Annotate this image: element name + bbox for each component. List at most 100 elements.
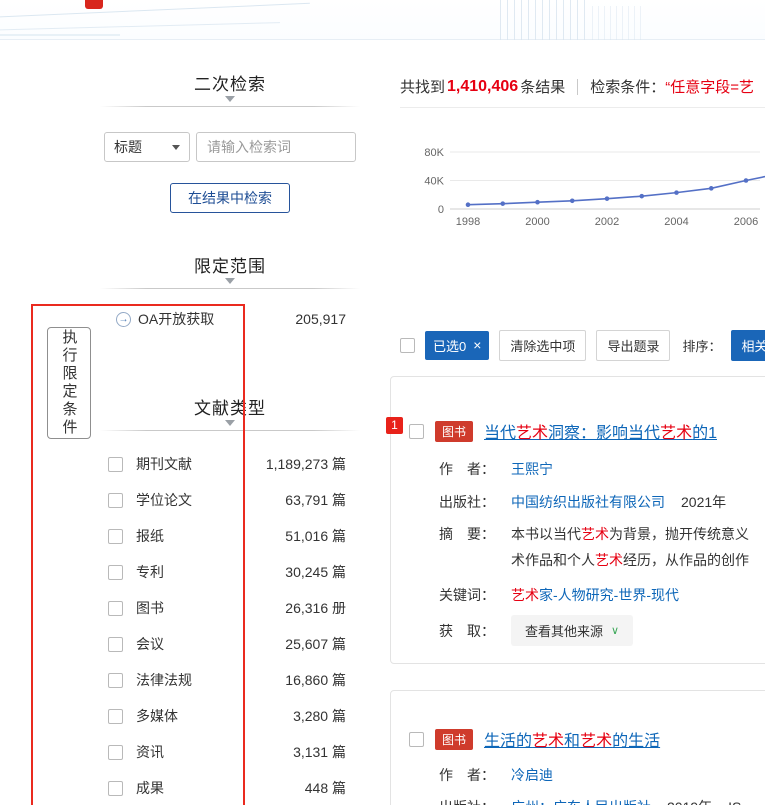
result-title-link[interactable]: 生活的艺术和艺术的生活	[484, 727, 660, 751]
sort-relevance-badge[interactable]: 相关度	[731, 330, 765, 361]
doc-type-row: 法律法规 16,860 篇	[100, 662, 360, 698]
doc-type-checkbox[interactable]	[108, 745, 123, 760]
results-summary-bar: 共找到 1,410,406 条结果 检索条件： “任意字段=艺	[400, 66, 765, 108]
export-citations-button[interactable]: 导出题录	[596, 330, 670, 361]
view-other-sources-label: 查看其他来源	[525, 621, 603, 640]
search-in-results-button[interactable]: 在结果中检索	[170, 183, 290, 213]
doc-type-label[interactable]: 专利	[136, 562, 164, 582]
chevron-down-icon	[172, 145, 180, 150]
doc-type-checkbox[interactable]	[108, 601, 123, 616]
doc-type-count: 25,607 篇	[285, 634, 346, 654]
secondary-search-caret-icon[interactable]	[225, 96, 235, 102]
doc-type-label[interactable]: 资讯	[136, 742, 164, 762]
doc-type-label[interactable]: 会议	[136, 634, 164, 654]
isbn-fragment: IS	[728, 799, 741, 805]
select-all-checkbox[interactable]	[400, 338, 415, 353]
doc-type-row: 图书 26,316 册	[100, 590, 360, 626]
secondary-search-heading: 二次检索	[100, 70, 360, 95]
keywords-link[interactable]: 艺术家-人物研究-世界-现代	[511, 585, 679, 605]
results-trend-chart: 80K40K019982000200220042006	[400, 110, 765, 242]
search-results-page: 二次检索 标题 在结果中检索 限定范围 → OA开放获取 205,917 文献类…	[0, 0, 765, 805]
result-checkbox[interactable]	[409, 424, 424, 439]
doc-type-label[interactable]: 报纸	[136, 526, 164, 546]
doc-type-caret-icon[interactable]	[225, 420, 235, 426]
keywords-label: 关键词：	[439, 585, 511, 605]
selected-count-badge[interactable]: 已选0 ×	[425, 331, 489, 360]
search-input[interactable]	[196, 132, 356, 162]
publisher-link[interactable]: 广州：广东人民出版社	[511, 797, 651, 805]
author-label: 作 者：	[439, 459, 511, 479]
author-link[interactable]: 王熙宁	[511, 459, 553, 479]
doc-type-checkbox[interactable]	[108, 781, 123, 796]
section-divider	[100, 430, 360, 431]
doc-type-row: 报纸 51,016 篇	[100, 518, 360, 554]
abstract-text-line: 术作品和个人艺术经历，从作品的创作	[511, 550, 749, 570]
view-other-sources-button[interactable]: 查看其他来源 ∨	[511, 615, 633, 646]
doc-type-count: 3,280 篇	[293, 706, 346, 726]
result-checkbox[interactable]	[409, 732, 424, 747]
svg-text:2006: 2006	[734, 216, 758, 228]
access-label: 获 取：	[439, 621, 511, 641]
annotation-label: 执行限定条件	[47, 327, 91, 439]
doc-type-label[interactable]: 图书	[136, 598, 164, 618]
limit-scope-caret-icon[interactable]	[225, 278, 235, 284]
results-toolbar: 已选0 × 清除选中项 导出题录 排序： 相关度	[390, 330, 765, 360]
oa-filter-label[interactable]: OA开放获取	[138, 309, 214, 329]
svg-text:0: 0	[438, 204, 444, 216]
svg-text:40K: 40K	[424, 176, 444, 188]
banner-swoosh-line	[0, 22, 280, 31]
abstract-text-line: 本书以当代艺术为背景，抛开传统意义	[511, 524, 749, 544]
banner-building-graphic	[592, 6, 644, 40]
doc-type-heading: 文献类型	[100, 394, 360, 419]
sort-label: 排序：	[682, 336, 721, 355]
result-rank-badge: 1	[386, 417, 403, 434]
section-divider	[100, 106, 360, 107]
result-title-link[interactable]: 当代艺术洞察：影响当代艺术的1	[484, 419, 717, 443]
svg-text:1998: 1998	[456, 216, 480, 228]
selected-count-label: 已选0	[433, 336, 466, 355]
condition-value: “任意字段=艺	[665, 76, 754, 97]
oa-filter-row[interactable]: → OA开放获取 205,917	[100, 308, 360, 330]
author-link[interactable]: 冷启迪	[511, 765, 553, 785]
doc-type-row: 多媒体 3,280 篇	[100, 698, 360, 734]
doc-type-count: 63,791 篇	[285, 490, 346, 510]
doc-type-checkbox[interactable]	[108, 673, 123, 688]
doc-type-row: 学位论文 63,791 篇	[100, 482, 360, 518]
doc-type-row: 专利 30,245 篇	[100, 554, 360, 590]
doc-type-checkbox[interactable]	[108, 709, 123, 724]
search-field-select[interactable]: 标题	[104, 132, 190, 162]
doc-type-count: 1,189,273 篇	[266, 454, 346, 474]
doc-type-count: 51,016 篇	[285, 526, 346, 546]
publisher-label: 出版社：	[439, 797, 511, 805]
doc-type-label[interactable]: 多媒体	[136, 706, 178, 726]
result-card: 图书 生活的艺术和艺术的生活 作 者： 冷启迪 出版社： 广州：广东人民出版社 …	[390, 690, 765, 805]
banner-building-graphic	[500, 0, 588, 40]
doc-type-checkbox[interactable]	[108, 529, 123, 544]
limit-scope-heading: 限定范围	[100, 252, 360, 277]
publish-year: 2021年	[681, 492, 726, 512]
result-card: 1 图书 当代艺术洞察：影响当代艺术的1 作 者： 王熙宁 出版社： 中国纺织出…	[390, 376, 765, 664]
logo-fragment	[85, 0, 103, 9]
publisher-link[interactable]: 中国纺织出版社有限公司	[511, 492, 665, 512]
svg-text:2002: 2002	[595, 216, 619, 228]
doc-type-checkbox[interactable]	[108, 637, 123, 652]
doc-type-checkbox[interactable]	[108, 493, 123, 508]
doc-type-count: 448 篇	[305, 778, 346, 798]
doc-type-label[interactable]: 学位论文	[136, 490, 192, 510]
top-banner	[0, 0, 765, 40]
doc-type-list: 期刊文献 1,189,273 篇 学位论文 63,791 篇 报纸 51,016…	[100, 446, 360, 805]
found-prefix: 共找到	[400, 76, 445, 97]
doc-type-count: 30,245 篇	[285, 562, 346, 582]
doc-type-label[interactable]: 成果	[136, 778, 164, 798]
found-suffix: 条结果	[520, 76, 565, 97]
oa-access-icon: →	[116, 312, 131, 327]
author-label: 作 者：	[439, 765, 511, 785]
doc-type-label[interactable]: 期刊文献	[136, 454, 192, 474]
publisher-label: 出版社：	[439, 492, 511, 512]
doc-type-checkbox[interactable]	[108, 565, 123, 580]
svg-text:2000: 2000	[525, 216, 549, 228]
deselect-close-icon[interactable]: ×	[473, 338, 481, 352]
doc-type-checkbox[interactable]	[108, 457, 123, 472]
clear-selection-button[interactable]: 清除选中项	[499, 330, 586, 361]
doc-type-label[interactable]: 法律法规	[136, 670, 192, 690]
